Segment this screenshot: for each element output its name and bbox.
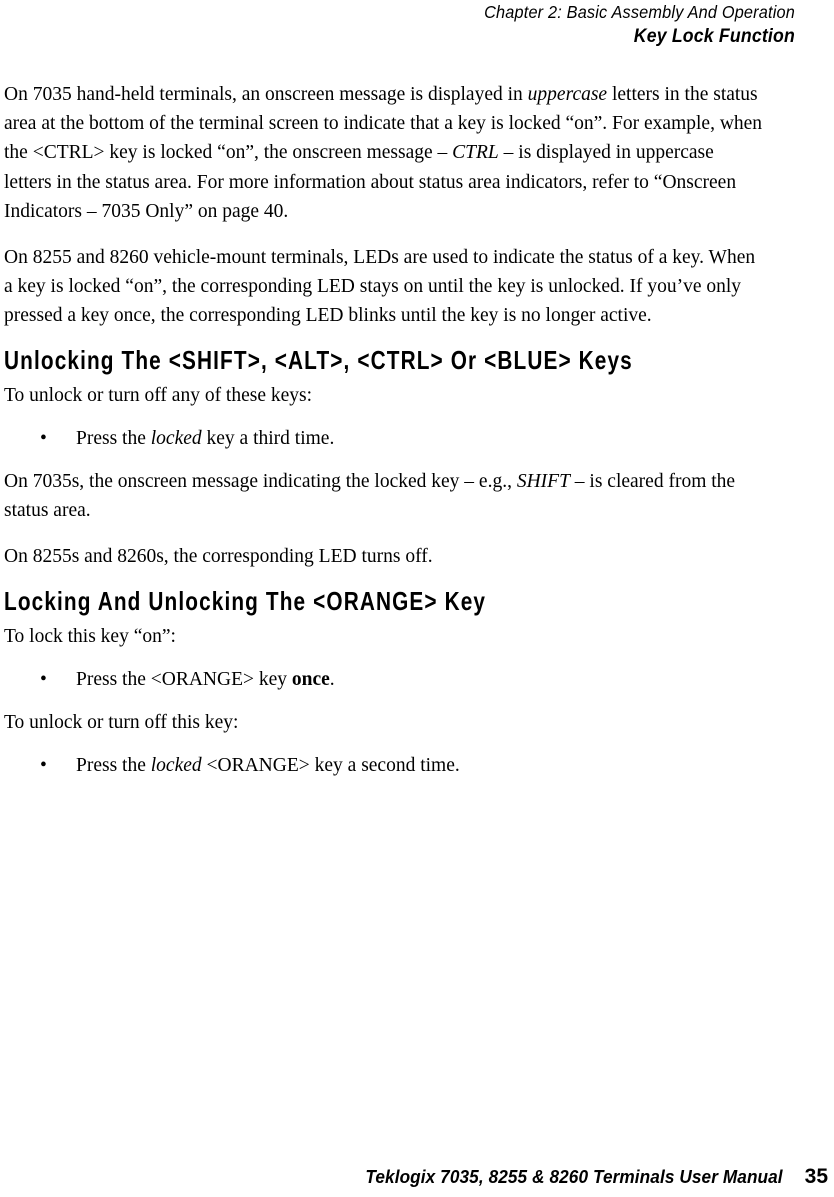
heading-unlocking-shift-alt-ctrl-blue: Unlocking The <SHIFT>, <ALT>, <CTRL> Or …: [4, 344, 633, 375]
header-chapter-line: Chapter 2: Basic Assembly And Operation: [484, 2, 795, 22]
s2-bullet1-seg2: .: [329, 668, 335, 690]
bullet-list-unlock-orange: • Press the locked <ORANGE> key a second …: [4, 751, 764, 780]
bullet1-emphasis-locked: locked: [150, 427, 202, 449]
after1-emphasis-shift: SHIFT: [516, 471, 570, 493]
s2-bullet2-seg2: <ORANGE> key a second time.: [201, 755, 460, 777]
footer-page-number: 35: [804, 1165, 828, 1188]
bullet-spacer-top: [4, 737, 764, 751]
intro-paragraph-7035: On 7035 hand-held terminals, an onscreen…: [4, 80, 764, 226]
paragraph-7035s-message-cleared: On 7035s, the onscreen message indicatin…: [4, 467, 764, 525]
paragraph-8255s-8260s-led-off: On 8255s and 8260s, the corresponding LE…: [4, 546, 433, 568]
s2-bullet2-seg1: Press the: [76, 755, 151, 777]
list-item: • Press the locked <ORANGE> key a second …: [4, 751, 764, 780]
para1-seg1: On 7035 hand-held terminals, an onscreen…: [4, 84, 528, 105]
lead-in-unlock-orange: To unlock or turn off this key:: [4, 712, 239, 734]
bullet-spacer-bottom: [4, 694, 764, 708]
after1-seg1: On 7035s, the onscreen message indicatin…: [4, 471, 517, 493]
heading-spacer-top: [4, 331, 764, 345]
bullet-list-lock-orange: • Press the <ORANGE> key once.: [4, 665, 764, 694]
list-item: • Press the locked key a third time.: [4, 424, 764, 453]
page-content: On 7035 hand-held terminals, an onscreen…: [4, 80, 764, 780]
footer-manual-title: Teklogix 7035, 8255 & 8260 Terminals Use…: [365, 1166, 783, 1187]
page-footer: Teklogix 7035, 8255 & 8260 Terminals Use…: [0, 1165, 828, 1189]
heading-spacer-top: [4, 572, 764, 586]
running-header: Chapter 2: Basic Assembly And Operation …: [0, 0, 795, 49]
bullet-spacer-bottom: [4, 453, 764, 467]
bullet-icon: •: [40, 668, 47, 690]
lead-in-unlock-keys: To unlock or turn off any of these keys:: [4, 384, 313, 406]
s2-bullet2-emphasis-locked: locked: [150, 755, 202, 777]
bullet-spacer-top: [4, 410, 764, 424]
heading-locking-unlocking-orange: Locking And Unlocking The <ORANGE> Key: [4, 585, 487, 616]
paragraph-8255-8260-leds: On 8255 and 8260 vehicle-mount terminals…: [4, 247, 756, 327]
manual-page: Chapter 2: Basic Assembly And Operation …: [0, 0, 834, 1197]
bullet1-seg2: key a third time.: [201, 427, 335, 449]
bullet1-seg1: Press the: [76, 427, 151, 449]
para1-emphasis-ctrl: CTRL: [452, 142, 499, 164]
bullet-list-unlock: • Press the locked key a third time.: [4, 424, 764, 453]
list-item: • Press the <ORANGE> key once.: [4, 665, 764, 694]
para1-emphasis-uppercase: uppercase: [527, 84, 608, 105]
header-section-line: Key Lock Function: [633, 26, 795, 47]
lead-in-lock-orange: To lock this key “on”:: [4, 625, 176, 647]
s2-bullet1-strong-once: once: [291, 668, 330, 690]
bullet-icon: •: [40, 755, 47, 777]
bullet-icon: •: [40, 427, 47, 449]
bullet-spacer-top: [4, 651, 764, 665]
s2-bullet1-seg1: Press the <ORANGE> key: [76, 668, 292, 690]
